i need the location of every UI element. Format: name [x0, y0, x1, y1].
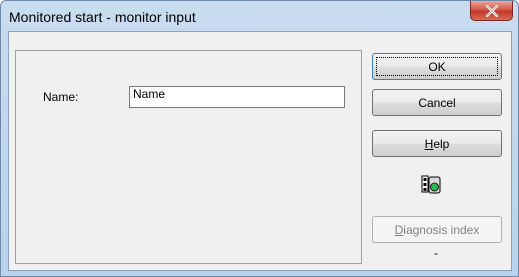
ok-button[interactable]: OK [372, 53, 502, 80]
name-input[interactable]: Name [129, 86, 345, 108]
focus-rectangle [376, 57, 498, 76]
close-button[interactable] [470, 1, 513, 21]
diagnosis-value: - [434, 246, 438, 260]
dialog-client-area: Name: Name OK Cancel Help Diagnosis inde… [8, 31, 512, 271]
window-title: Monitored start - monitor input [9, 9, 196, 25]
diagnosis-mnemonic: D [394, 222, 404, 237]
help-button-label: Help [425, 137, 450, 151]
name-label: Name: [43, 90, 79, 104]
title-bar[interactable]: Monitored start - monitor input [1, 1, 518, 31]
help-button[interactable]: Help [372, 130, 502, 157]
help-label-rest: elp [433, 136, 450, 151]
properties-group: Name: Name [15, 50, 362, 264]
diagnosis-index-button[interactable]: Diagnosis index [372, 216, 502, 243]
cancel-button[interactable]: Cancel [372, 89, 502, 116]
diagnosis-index-label: Diagnosis index [395, 223, 480, 237]
dialog-window: Monitored start - monitor input Name: Na… [0, 0, 519, 277]
cancel-button-label: Cancel [418, 95, 456, 110]
monitor-status-icon [421, 175, 441, 194]
close-icon [485, 4, 498, 17]
diagnosis-label-rest: iagnosis index [403, 222, 480, 237]
